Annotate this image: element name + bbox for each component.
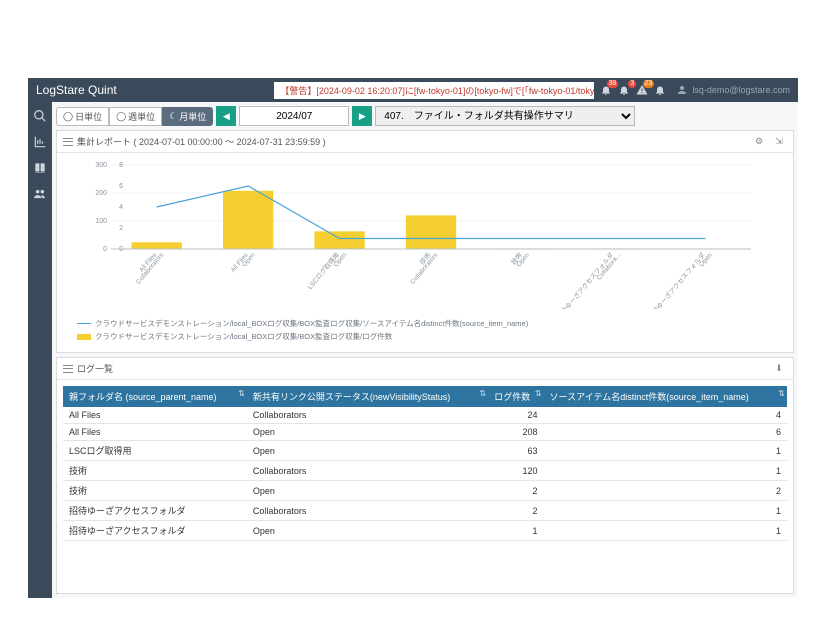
- svg-text:2: 2: [119, 225, 123, 232]
- col-header[interactable]: 新共有リンク公開ステータス(newVisibilityStatus)⇅: [247, 386, 488, 407]
- chart-legend: クラウドサービスデモンストレーション/local_BOXログ収集/BOX監査ログ…: [57, 314, 793, 352]
- table-row[interactable]: LSCログ取得用Open631: [63, 441, 787, 461]
- loglist-head: ログ一覧 ⬇: [57, 358, 793, 380]
- sidebar-chart[interactable]: [32, 134, 48, 150]
- svg-text:0: 0: [103, 246, 107, 253]
- legend-line-label: クラウドサービスデモンストレーション/local_BOXログ収集/BOX監査ログ…: [95, 318, 528, 329]
- chart-area: 010020030002468All FilesCollaboratorsAll…: [57, 153, 793, 314]
- svg-text:200: 200: [95, 190, 107, 197]
- table-row[interactable]: 技術Collaborators1201: [63, 461, 787, 481]
- table-wrap: 親フォルダ名 (source_parent_name)⇅新共有リンク公開ステータ…: [57, 380, 793, 547]
- sidebar: [28, 102, 52, 598]
- hamburger-icon[interactable]: [63, 365, 73, 373]
- export-icon[interactable]: ⇲: [771, 134, 787, 150]
- notification-bell-1[interactable]: 38: [598, 82, 614, 98]
- period-segment: ◯日単位 ◯週単位 ☾月単位: [56, 107, 213, 126]
- svg-text:6: 6: [119, 183, 123, 190]
- sidebar-book[interactable]: [32, 160, 48, 176]
- legend-bar-swatch: [77, 334, 91, 340]
- col-header[interactable]: ソースアイテム名distinct件数(source_item_name)⇅: [544, 386, 787, 407]
- notification-bell-3[interactable]: [652, 82, 668, 98]
- main-content: ◯日単位 ◯週単位 ☾月単位 ◀ ▶ 407. ファイル・フォルダ共有操作サマリ…: [52, 102, 798, 598]
- app-shell: LogStare Quint 【警告】[2024-09-02 16:20:07]…: [28, 78, 798, 598]
- table-row[interactable]: All FilesOpen2086: [63, 424, 787, 441]
- notification-bell-2[interactable]: 3: [616, 82, 632, 98]
- user-menu[interactable]: lsq-demo@logstare.com: [676, 84, 790, 96]
- hamburger-icon[interactable]: [63, 138, 73, 146]
- seg-week[interactable]: ◯週単位: [109, 107, 162, 126]
- log-table: 親フォルダ名 (source_parent_name)⇅新共有リンク公開ステータ…: [63, 386, 787, 541]
- settings-icon[interactable]: ⚙: [751, 134, 767, 150]
- svg-text:8: 8: [119, 162, 123, 169]
- col-header[interactable]: 親フォルダ名 (source_parent_name)⇅: [63, 386, 247, 407]
- prev-button[interactable]: ◀: [216, 106, 236, 126]
- svg-text:100: 100: [95, 218, 107, 225]
- next-button[interactable]: ▶: [352, 106, 372, 126]
- col-header[interactable]: ログ件数⇅: [488, 386, 543, 407]
- alert-banner: 【警告】[2024-09-02 16:20:07]に[fw-tokyo-01]の…: [274, 82, 594, 99]
- notification-group: 38 3 23: [598, 82, 668, 98]
- chart-svg: 010020030002468All FilesCollaboratorsAll…: [63, 159, 787, 309]
- user-email: lsq-demo@logstare.com: [692, 85, 790, 95]
- loglist-title: ログ一覧: [77, 362, 113, 375]
- topbar: LogStare Quint 【警告】[2024-09-02 16:20:07]…: [28, 78, 798, 102]
- table-row[interactable]: 招待ゆーざアクセスフォルダCollaborators21: [63, 501, 787, 521]
- report-select[interactable]: 407. ファイル・フォルダ共有操作サマリ: [375, 106, 635, 126]
- user-icon: [676, 84, 688, 96]
- chart-panel-head: 集計レポート ( 2024-07-01 00:00:00 ～ 2024-07-3…: [57, 131, 793, 153]
- sidebar-users[interactable]: [32, 186, 48, 202]
- seg-month[interactable]: ☾月単位: [162, 107, 213, 126]
- svg-text:4: 4: [119, 204, 123, 211]
- date-input[interactable]: [239, 106, 349, 126]
- chart-panel-title: 集計レポート ( 2024-07-01 00:00:00 ～ 2024-07-3…: [77, 135, 326, 148]
- table-row[interactable]: 招待ゆーざアクセスフォルダOpen11: [63, 521, 787, 541]
- svg-text:LSCログ取得用: LSCログ取得用: [305, 251, 341, 291]
- brand-logo: LogStare Quint: [36, 83, 117, 97]
- notification-warn[interactable]: 23: [634, 82, 650, 98]
- svg-text:300: 300: [95, 162, 107, 169]
- legend-line-swatch: [77, 323, 91, 324]
- sidebar-search[interactable]: [32, 108, 48, 124]
- chart-panel: 集計レポート ( 2024-07-01 00:00:00 ～ 2024-07-3…: [56, 130, 794, 353]
- toolbar: ◯日単位 ◯週単位 ☾月単位 ◀ ▶ 407. ファイル・フォルダ共有操作サマリ: [56, 106, 794, 126]
- table-row[interactable]: 技術Open22: [63, 481, 787, 501]
- table-row[interactable]: All FilesCollaborators244: [63, 407, 787, 424]
- svg-text:招待ゆーざアクセスフォルダ: 招待ゆーざアクセスフォルダ: [646, 250, 707, 309]
- legend-bar-label: クラウドサービスデモンストレーション/local_BOXログ収集/BOX監査ログ…: [95, 331, 392, 342]
- seg-day[interactable]: ◯日単位: [56, 107, 109, 126]
- loglist-panel: ログ一覧 ⬇ 親フォルダ名 (source_parent_name)⇅新共有リン…: [56, 357, 794, 594]
- download-icon[interactable]: ⬇: [771, 361, 787, 377]
- svg-text:招待ゆーざアクセスフォルダ: 招待ゆーざアクセスフォルダ: [554, 250, 615, 309]
